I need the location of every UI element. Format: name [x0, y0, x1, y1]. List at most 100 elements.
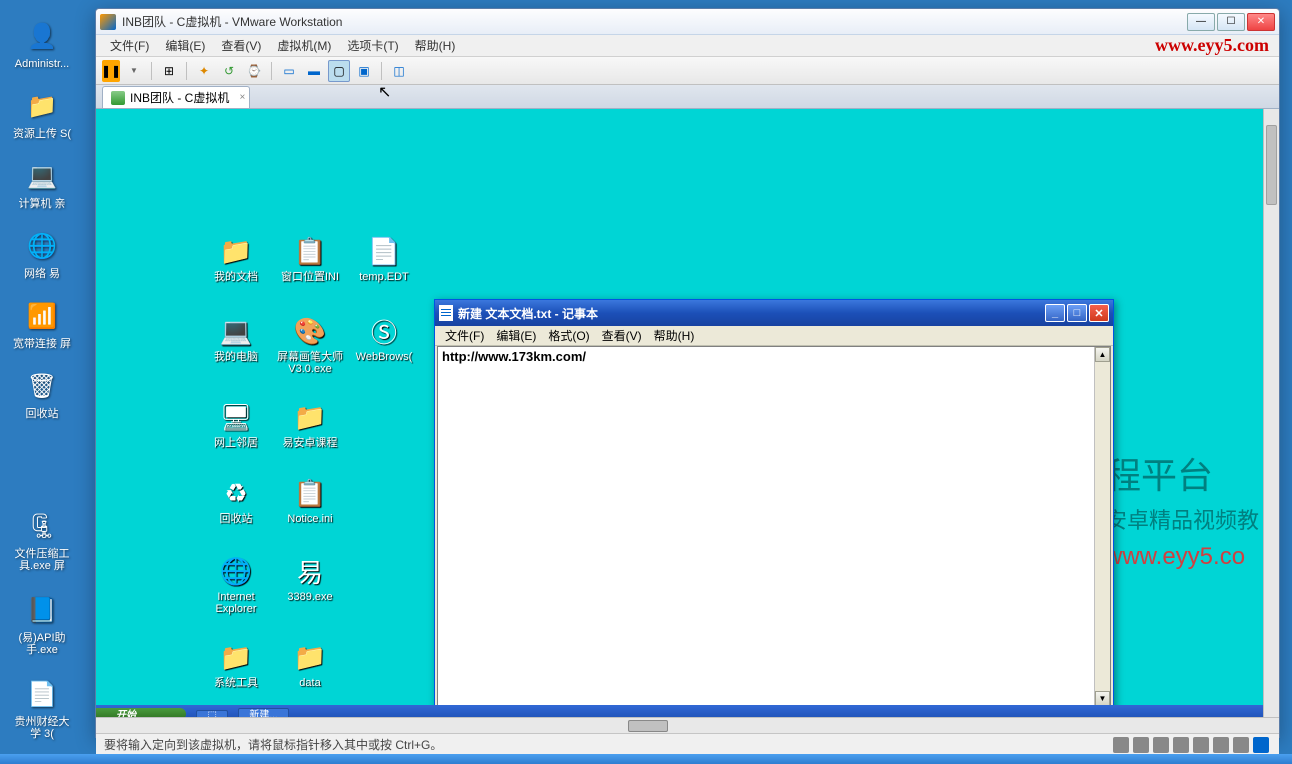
vm-content-scrollbar-v[interactable]: [1263, 109, 1279, 717]
power-pause-button[interactable]: ❚❚: [102, 60, 120, 82]
xp-item-icon: 🎨: [292, 313, 328, 349]
vmware-menu-item[interactable]: 查看(V): [213, 35, 269, 56]
notepad-menu-item[interactable]: 帮助(H): [648, 327, 701, 344]
xp-desktop-icon[interactable]: 📁易安卓课程: [274, 399, 346, 449]
host-desktop-icon[interactable]: 💻计算机 亲: [12, 156, 72, 210]
view-unity-button[interactable]: ▣: [353, 60, 375, 82]
vmware-menu-item[interactable]: 选项卡(T): [339, 35, 406, 56]
notepad-titlebar[interactable]: 新建 文本文档.txt - 记事本 _ □ ✕: [435, 300, 1113, 326]
vmware-title: INB团队 - C虚拟机 - VMware Workstation: [122, 13, 1187, 30]
xp-desktop-icon[interactable]: 📋Notice.ini: [274, 475, 346, 525]
xp-item-label: WebBrows(: [348, 351, 420, 363]
view-fullscreen-button[interactable]: ▢: [328, 60, 350, 82]
scrollbar-thumb[interactable]: [628, 720, 668, 732]
scroll-down-icon[interactable]: ▼: [1095, 691, 1110, 706]
host-desktop-icon[interactable]: 📶 宽带连接 屏: [12, 296, 72, 350]
notepad-scrollbar-v[interactable]: ▲ ▼: [1094, 347, 1110, 706]
xp-item-icon: 📋: [292, 233, 328, 269]
xp-taskbar[interactable]: 开始 ⬚ 新建...: [96, 705, 1263, 717]
host-desktop-icon[interactable]: 📁资源上传 S(: [12, 86, 72, 140]
xp-desktop-icon[interactable]: 📋窗口位置INI: [274, 233, 346, 283]
device-hdd-icon[interactable]: [1113, 737, 1129, 753]
device-button[interactable]: ⊞: [158, 60, 180, 82]
host-desktop-icon[interactable]: 📘(易)API助手.exe: [12, 590, 72, 656]
xp-taskbar-item[interactable]: ⬚: [196, 710, 227, 718]
xp-item-label: 屏幕画笔大师 V3.0.exe: [274, 351, 346, 375]
minimize-button[interactable]: —: [1187, 13, 1215, 31]
xp-desktop-icon[interactable]: 易3389.exe: [274, 553, 346, 603]
scrollbar-thumb[interactable]: [1266, 125, 1277, 205]
device-usb-icon[interactable]: [1193, 737, 1209, 753]
desktop-item-icon: 💻: [22, 156, 62, 196]
device-floppy-icon[interactable]: [1153, 737, 1169, 753]
host-desktop-icon[interactable]: 📄贵州财经大学 3(: [12, 674, 72, 740]
desktop-item-label: 贵州财经大学 3(: [12, 716, 72, 740]
desktop-item-icon: 🗑: [22, 366, 62, 406]
host-desktop-icon[interactable]: 🌐网络 易: [12, 226, 72, 280]
vmware-statusbar: 要将输入定向到该虚拟机，请将鼠标指针移入其中或按 Ctrl+G。: [96, 733, 1279, 755]
device-cd-icon[interactable]: [1133, 737, 1149, 753]
device-sound-icon[interactable]: [1213, 737, 1229, 753]
host-desktop: 👤Administr...📁资源上传 S(💻计算机 亲🌐网络 易📶宽带连接 屏🗑…: [0, 0, 1292, 764]
vmware-menu-item[interactable]: 虚拟机(M): [269, 35, 339, 56]
device-printer-icon[interactable]: [1233, 737, 1249, 753]
desktop-item-icon: 🌐: [22, 226, 62, 266]
xp-desktop-icon[interactable]: 🎨屏幕画笔大师 V3.0.exe: [274, 313, 346, 375]
xp-item-icon: 📁: [292, 399, 328, 435]
device-net-icon[interactable]: [1173, 737, 1189, 753]
notepad-menu-item[interactable]: 文件(F): [439, 327, 490, 344]
notepad-minimize-button[interactable]: _: [1045, 304, 1065, 322]
xp-start-button[interactable]: 开始: [96, 708, 186, 718]
xp-item-icon: 🖥: [218, 399, 254, 435]
snapshot-manage-button[interactable]: ⌚: [243, 60, 265, 82]
notepad-menu-item[interactable]: 查看(V): [596, 327, 648, 344]
notepad-text-area[interactable]: http://www.173km.com/ ▲ ▼ ◀ ▶: [437, 346, 1111, 717]
vm-tab-label: INB团队 - C虚拟机: [130, 89, 229, 106]
desktop-item-label: 文件压缩工具.exe 屏: [12, 548, 72, 572]
xp-desktop-icon[interactable]: 🌐Internet Explorer: [200, 553, 272, 615]
xp-desktop-icon[interactable]: ⓈWebBrows(: [348, 313, 420, 363]
vmware-scrollbar-h[interactable]: [96, 717, 1279, 733]
view-cycle-button[interactable]: ◫: [388, 60, 410, 82]
xp-desktop-icon[interactable]: 📁系统工具: [200, 639, 272, 689]
view-quick-button[interactable]: ▬: [303, 60, 325, 82]
power-dropdown[interactable]: ▼: [123, 60, 145, 82]
maximize-button[interactable]: ☐: [1217, 13, 1245, 31]
close-button[interactable]: ✕: [1247, 13, 1275, 31]
desktop-item-label: 宽带连接 屏: [12, 338, 72, 350]
xp-desktop-icon[interactable]: 📁data: [274, 639, 346, 689]
vmware-menu-item[interactable]: 帮助(H): [407, 35, 464, 56]
vm-tab-active[interactable]: INB团队 - C虚拟机 ×: [102, 86, 250, 108]
notepad-close-button[interactable]: ✕: [1089, 304, 1109, 322]
tab-close-icon[interactable]: ×: [240, 92, 246, 103]
device-display-icon[interactable]: [1253, 737, 1269, 753]
desktop-item-label: 资源上传 S(: [12, 128, 72, 140]
snapshot-revert-button[interactable]: ↺: [218, 60, 240, 82]
xp-item-icon: 易: [292, 553, 328, 589]
xp-desktop-icon[interactable]: 🖥网上邻居: [200, 399, 272, 449]
xp-desktop-icon[interactable]: 📄temp.EDT: [348, 233, 420, 283]
vmware-menu-item[interactable]: 文件(F): [102, 35, 157, 56]
view-console-button[interactable]: ▭: [278, 60, 300, 82]
xp-desktop-icon[interactable]: ♻回收站: [200, 475, 272, 525]
notepad-content: http://www.173km.com/: [442, 349, 586, 364]
host-desktop-icon[interactable]: 🗜文件压缩工具.exe 屏: [12, 506, 72, 572]
scroll-up-icon[interactable]: ▲: [1095, 347, 1110, 362]
notepad-menu-item[interactable]: 格式(O): [542, 327, 595, 344]
vmware-menu-item[interactable]: 编辑(E): [157, 35, 213, 56]
xp-desktop-icon[interactable]: 💻我的电脑: [200, 313, 272, 363]
xp-taskbar-item-notepad[interactable]: 新建...: [238, 708, 288, 718]
host-taskbar[interactable]: [0, 754, 1292, 764]
desktop-item-icon: 📶: [22, 296, 62, 336]
snapshot-take-button[interactable]: ✦: [193, 60, 215, 82]
xp-desktop-icon[interactable]: 📁我的文档: [200, 233, 272, 283]
vm-guest-desktop[interactable]: 📁我的文档📋窗口位置INI📄temp.EDT💻我的电脑🎨屏幕画笔大师 V3.0.…: [96, 109, 1279, 717]
notepad-maximize-button[interactable]: □: [1067, 304, 1087, 322]
xp-item-label: Internet Explorer: [200, 591, 272, 615]
vmware-window: INB团队 - C虚拟机 - VMware Workstation — ☐ ✕ …: [95, 8, 1280, 738]
notepad-menu-item[interactable]: 编辑(E): [490, 327, 542, 344]
vmware-titlebar[interactable]: INB团队 - C虚拟机 - VMware Workstation — ☐ ✕: [96, 9, 1279, 35]
watermark-url: www.eyy5.com: [1155, 35, 1269, 56]
host-desktop-icon[interactable]: 👤Administr...: [12, 16, 72, 70]
host-desktop-icon[interactable]: 🗑回收站: [12, 366, 72, 420]
